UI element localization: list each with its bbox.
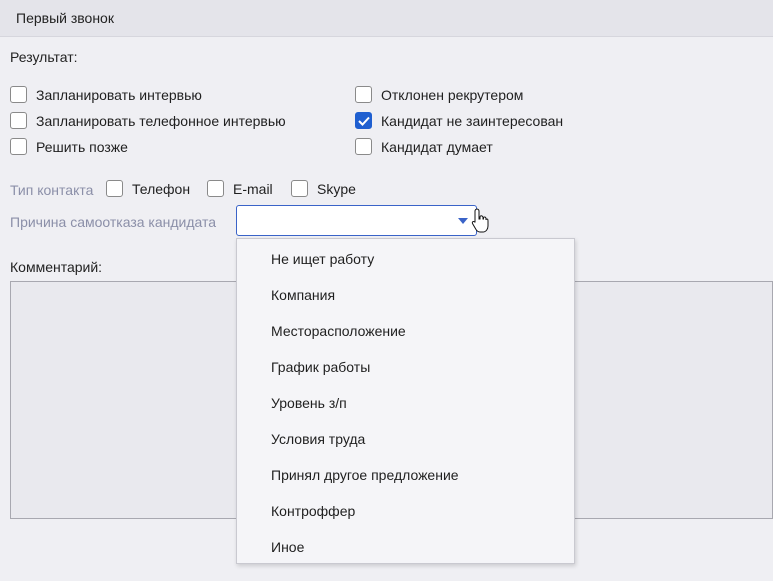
- dropdown-option[interactable]: Условия труда: [237, 421, 574, 457]
- checkbox-label: Отклонен рекрутером: [381, 86, 524, 103]
- checkbox-contact-email[interactable]: E-mail: [207, 180, 273, 197]
- dropdown-option[interactable]: Месторасположение: [237, 313, 574, 349]
- dialog-header: Первый звонок: [0, 0, 773, 37]
- checkbox-box[interactable]: [10, 86, 27, 103]
- checkbox-label: Телефон: [132, 180, 191, 197]
- checkbox-label: Запланировать телефонное интервью: [36, 112, 286, 129]
- checkbox-rejected-by-recruiter[interactable]: Отклонен рекрутером: [355, 86, 523, 103]
- checkbox-schedule-phone-interview[interactable]: Запланировать телефонное интервью: [10, 112, 286, 129]
- dropdown-option[interactable]: Уровень з/п: [237, 385, 574, 421]
- checkbox-box[interactable]: [106, 180, 123, 197]
- checkbox-box[interactable]: [10, 112, 27, 129]
- checkmark-icon: [357, 116, 370, 126]
- checkbox-box[interactable]: [355, 138, 372, 155]
- checkbox-contact-skype[interactable]: Skype: [291, 180, 356, 197]
- checkbox-box[interactable]: [291, 180, 308, 197]
- mouse-cursor-icon: [471, 208, 489, 233]
- dialog-title: Первый звонок: [16, 10, 114, 26]
- refusal-reason-select[interactable]: [236, 205, 477, 236]
- contact-type-label: Тип контакта: [10, 182, 94, 198]
- checkbox-schedule-interview[interactable]: Запланировать интервью: [10, 86, 202, 103]
- dropdown-option[interactable]: Иное: [237, 529, 574, 565]
- checkbox-decide-later[interactable]: Решить позже: [10, 138, 128, 155]
- checkbox-label: Решить позже: [36, 138, 128, 155]
- checkbox-box-checked[interactable]: [355, 112, 372, 129]
- checkbox-label: E-mail: [233, 180, 273, 197]
- dropdown-option[interactable]: Принял другое предложение: [237, 457, 574, 493]
- dropdown-arrow-icon[interactable]: [458, 218, 468, 224]
- checkbox-label: Кандидат не заинтересован: [381, 112, 564, 129]
- dropdown-option[interactable]: Компания: [237, 277, 574, 313]
- checkbox-box[interactable]: [355, 86, 372, 103]
- checkbox-label: Запланировать интервью: [36, 86, 202, 103]
- refusal-reason-label: Причина самоотказа кандидата: [10, 214, 217, 230]
- result-label: Результат:: [10, 49, 78, 65]
- checkbox-box[interactable]: [10, 138, 27, 155]
- checkbox-contact-phone[interactable]: Телефон: [106, 180, 190, 197]
- dropdown-option[interactable]: График работы: [237, 349, 574, 385]
- dropdown-option[interactable]: Контроффер: [237, 493, 574, 529]
- checkbox-label: Кандидат думает: [381, 138, 493, 155]
- comment-label: Комментарий:: [10, 259, 103, 275]
- refusal-reason-dropdown: Не ищет работу Компания Месторасположени…: [236, 238, 575, 564]
- checkbox-label: Skype: [317, 180, 356, 197]
- checkbox-box[interactable]: [207, 180, 224, 197]
- checkbox-candidate-thinking[interactable]: Кандидат думает: [355, 138, 493, 155]
- dropdown-option[interactable]: Не ищет работу: [237, 241, 574, 277]
- checkbox-candidate-not-interested[interactable]: Кандидат не заинтересован: [355, 112, 563, 129]
